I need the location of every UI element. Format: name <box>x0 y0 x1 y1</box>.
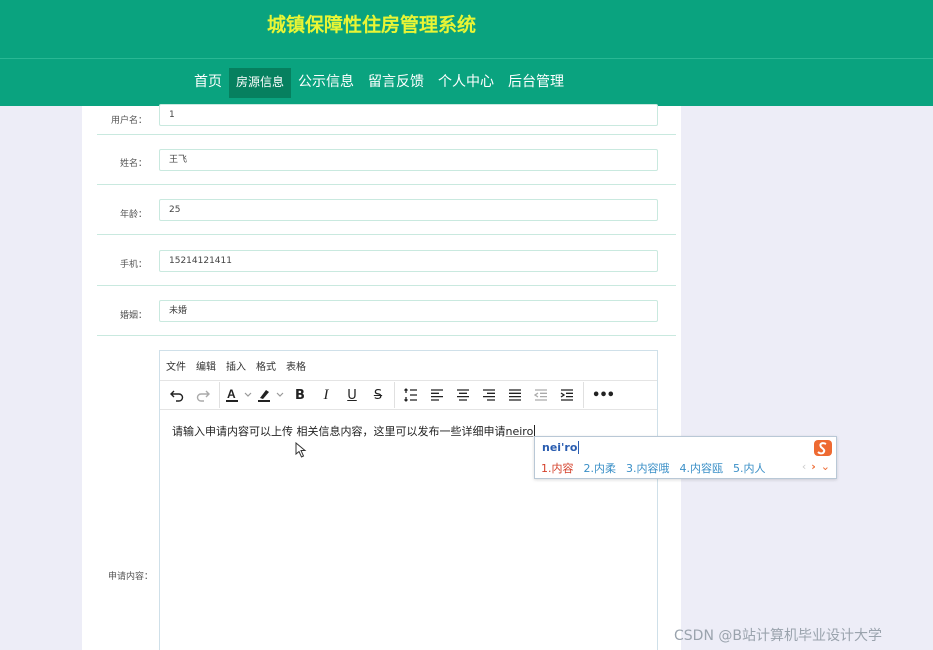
strikethrough-icon[interactable]: S <box>365 384 391 406</box>
phone-input[interactable]: 15214121411 <box>159 250 658 272</box>
ime-composition-text: neiro <box>505 425 534 438</box>
ime-candidate-window: nei'ro 1.内容 2.内柔 3.内容哦 4.内容瓯 5.内人 ‹ › ⌄ <box>534 436 837 479</box>
more-options-icon[interactable]: ••• <box>587 384 619 406</box>
menu-insert[interactable]: 插入 <box>226 358 246 373</box>
editor-menubar: 文件 编辑 插入 格式 表格 <box>160 351 657 381</box>
header: 城镇保障性住房管理系统 首页 房源信息 公示信息 留言反馈 个人中心 后台管理 <box>0 0 933 106</box>
apply-content-label: 申请内容： <box>108 572 154 582</box>
align-left-icon[interactable] <box>424 384 450 406</box>
marriage-label: 婚姻： <box>119 311 147 321</box>
bold-icon[interactable]: B <box>287 384 313 406</box>
ime-candidate-3[interactable]: 3.内容哦 <box>626 460 670 476</box>
ime-pinyin: nei'ro <box>542 441 580 454</box>
nav-feedback[interactable]: 留言反馈 <box>361 68 431 98</box>
toolbar-separator <box>583 382 584 408</box>
ime-page-controls: ‹ › ⌄ <box>802 460 830 473</box>
ime-candidates: 1.内容 2.内柔 3.内容哦 4.内容瓯 5.内人 <box>541 460 776 476</box>
menu-file[interactable]: 文件 <box>166 358 186 373</box>
phone-label: 手机： <box>119 260 147 270</box>
nav-admin[interactable]: 后台管理 <box>501 68 571 98</box>
nav-home[interactable]: 首页 <box>187 68 229 98</box>
ime-candidate-1[interactable]: 1.内容 <box>541 460 574 476</box>
age-input[interactable]: 25 <box>159 199 658 221</box>
form-row-username: 用户名： 1 <box>97 100 676 135</box>
form-row-age: 年龄： 25 <box>97 185 676 235</box>
undo-icon[interactable] <box>164 384 190 406</box>
sogou-ime-logo-icon <box>814 440 832 456</box>
age-label: 年龄： <box>119 210 147 220</box>
editor-toolbar: A B I U S ••• <box>160 381 657 410</box>
line-height-icon[interactable] <box>398 384 424 406</box>
italic-icon[interactable]: I <box>313 384 339 406</box>
ime-expand-icon[interactable]: ⌄ <box>821 460 830 473</box>
ime-prev-page-icon[interactable]: ‹ <box>802 460 806 473</box>
ime-candidate-5[interactable]: 5.内人 <box>733 460 766 476</box>
menu-table[interactable]: 表格 <box>286 358 306 373</box>
menu-format[interactable]: 格式 <box>256 358 276 373</box>
marriage-input[interactable]: 未婚 <box>159 300 658 322</box>
mouse-cursor-icon <box>295 442 307 458</box>
form-row-name: 姓名： 王飞 <box>97 135 676 185</box>
name-label: 姓名： <box>119 159 147 169</box>
username-input[interactable]: 1 <box>159 104 658 126</box>
text-color-icon[interactable]: A <box>223 384 255 406</box>
username-label: 用户名： <box>110 116 147 126</box>
editor-text: 请输入申请内容可以上传 相关信息内容，这里可以发布一些详细申请 <box>172 425 506 438</box>
align-justify-icon[interactable] <box>502 384 528 406</box>
underline-icon[interactable]: U <box>339 384 365 406</box>
menu-edit[interactable]: 编辑 <box>196 358 216 373</box>
site-title: 城镇保障性住房管理系统 <box>267 14 477 36</box>
outdent-icon[interactable] <box>528 384 554 406</box>
nav-housing[interactable]: 房源信息 <box>229 68 292 98</box>
ime-next-page-icon[interactable]: › <box>811 460 816 473</box>
toolbar-separator <box>394 382 395 408</box>
form-row-phone: 手机： 15214121411 <box>97 235 676 286</box>
indent-icon[interactable] <box>554 384 580 406</box>
nav-bar: 首页 房源信息 公示信息 留言反馈 个人中心 后台管理 <box>187 68 571 98</box>
align-center-icon[interactable] <box>450 384 476 406</box>
ime-candidate-4[interactable]: 4.内容瓯 <box>680 460 724 476</box>
highlight-color-icon[interactable] <box>255 384 287 406</box>
align-right-icon[interactable] <box>476 384 502 406</box>
name-input[interactable]: 王飞 <box>159 149 658 171</box>
toolbar-separator <box>219 382 220 408</box>
nav-announcements[interactable]: 公示信息 <box>291 68 361 98</box>
svg-text:A: A <box>227 387 236 401</box>
ime-candidate-2[interactable]: 2.内柔 <box>584 460 617 476</box>
header-divider <box>0 58 933 59</box>
redo-icon[interactable] <box>190 384 216 406</box>
form-row-marriage: 婚姻： 未婚 <box>97 286 676 336</box>
rich-text-editor: 文件 编辑 插入 格式 表格 A B I U S ••• 请输入申请内容可以上传… <box>159 350 658 650</box>
watermark: CSDN @B站计算机毕业设计大学 <box>674 628 882 644</box>
nav-personal-center[interactable]: 个人中心 <box>431 68 501 98</box>
